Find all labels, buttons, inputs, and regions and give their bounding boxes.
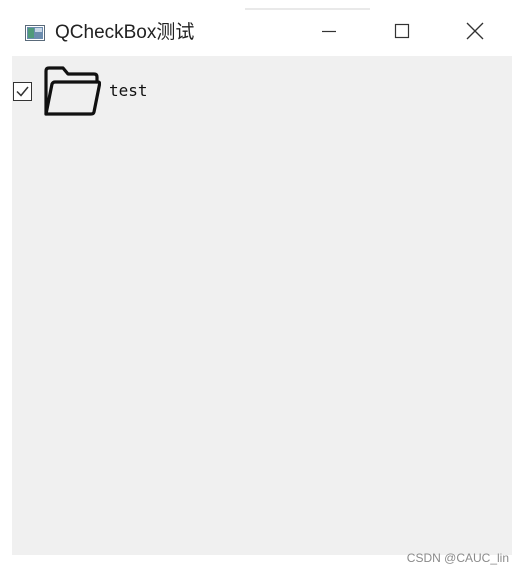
checkbox-label[interactable]: test [109, 81, 148, 101]
client-area: test [12, 56, 512, 555]
window-title: QCheckBox测试 [55, 22, 195, 43]
csdn-watermark: CSDN @CAUC_lin [406, 551, 509, 565]
screenshot: QCheckBox测试 test CSDN @CAUC_lin [0, 0, 523, 575]
maximize-button[interactable] [379, 10, 425, 56]
title-bar[interactable]: QCheckBox测试 [12, 10, 512, 56]
minimize-icon [321, 23, 337, 44]
close-button[interactable] [452, 10, 498, 56]
close-icon [466, 22, 484, 45]
folder-icon [43, 65, 102, 117]
maximize-icon [394, 23, 410, 44]
app-window-icon [25, 25, 45, 41]
qcheckbox-window: QCheckBox测试 test [12, 10, 512, 555]
minimize-button[interactable] [306, 10, 352, 56]
test-checkbox[interactable]: test [12, 65, 148, 117]
checkbox-indicator[interactable] [13, 81, 32, 101]
